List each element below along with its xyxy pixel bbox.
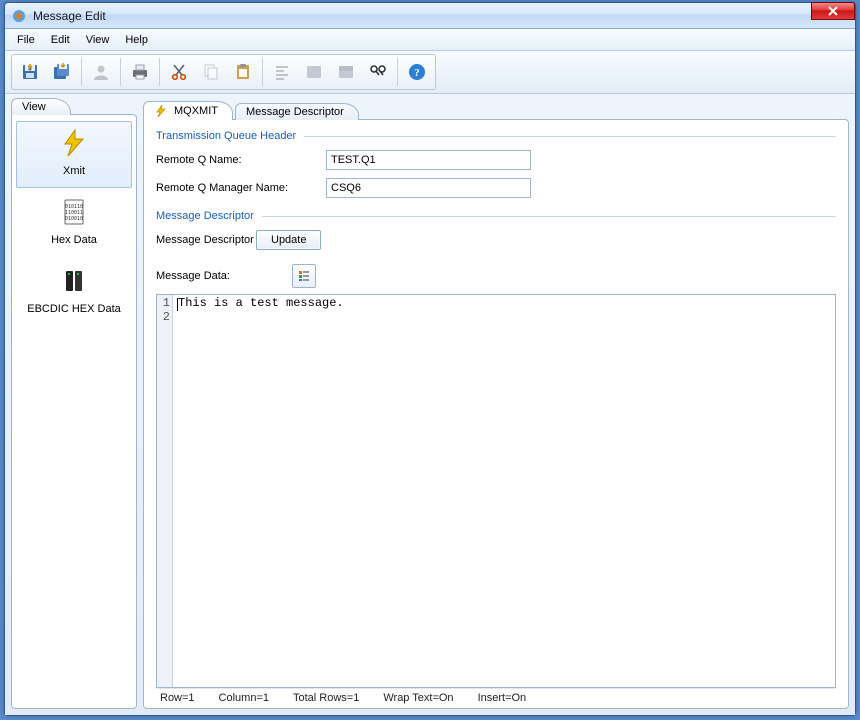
toolbar-separator bbox=[159, 58, 160, 86]
block1-button[interactable] bbox=[299, 57, 329, 87]
svg-text:?: ? bbox=[414, 67, 420, 79]
toolbar-separator bbox=[81, 58, 82, 86]
remote-q-name-label: Remote Q Name: bbox=[156, 154, 326, 166]
row-remote-qm-name: Remote Q Manager Name: bbox=[156, 178, 836, 198]
line-number: 2 bbox=[157, 310, 170, 324]
titlebar[interactable]: Message Edit bbox=[5, 3, 855, 29]
group-title: Transmission Queue Header bbox=[156, 130, 296, 142]
tab-message-descriptor[interactable]: Message Descriptor bbox=[235, 103, 359, 120]
view-tab[interactable]: View bbox=[11, 98, 71, 115]
tab-label: Message Descriptor bbox=[246, 106, 344, 118]
group-title: Message Descriptor bbox=[156, 210, 254, 222]
paste-button[interactable] bbox=[228, 57, 258, 87]
sidebar-item-label: Hex Data bbox=[19, 234, 129, 246]
menubar: File Edit View Help bbox=[5, 29, 855, 51]
copy-button[interactable] bbox=[196, 57, 226, 87]
message-data-label: Message Data: bbox=[156, 270, 230, 282]
tab-body: Transmission Queue Header Remote Q Name:… bbox=[143, 119, 849, 709]
editor-textarea[interactable]: This is a test message. bbox=[173, 295, 835, 687]
line-number: 1 bbox=[157, 296, 170, 310]
view-panel: View Xmit 010110110011010010 Hex Data EB… bbox=[11, 98, 137, 709]
row-message-data: Message Data: bbox=[156, 264, 836, 288]
help-button[interactable]: ? bbox=[402, 57, 432, 87]
sidebar-item-xmit[interactable]: Xmit bbox=[16, 121, 132, 188]
tab-mqxmit[interactable]: MQXMIT bbox=[143, 101, 233, 120]
status-wrap: Wrap Text=On bbox=[383, 692, 453, 704]
update-button[interactable]: Update bbox=[256, 230, 321, 250]
remote-qm-name-label: Remote Q Manager Name: bbox=[156, 182, 326, 194]
editor-text: This is a test message. bbox=[178, 296, 344, 310]
remote-q-name-input[interactable] bbox=[326, 150, 531, 170]
status-total-rows: Total Rows=1 bbox=[293, 692, 359, 704]
toolbar: ? bbox=[11, 54, 436, 90]
status-insert: Insert=On bbox=[478, 692, 527, 704]
list-color-icon bbox=[297, 269, 311, 283]
menu-help[interactable]: Help bbox=[117, 32, 156, 48]
sidebar-item-label: Xmit bbox=[19, 165, 129, 177]
group-transmission-header: Transmission Queue Header bbox=[156, 130, 836, 142]
user-button[interactable] bbox=[86, 57, 116, 87]
sidebar-item-ebcdic[interactable]: EBCDIC HEX Data bbox=[16, 259, 132, 326]
sidebar-item-label: EBCDIC HEX Data bbox=[19, 303, 129, 315]
group-message-descriptor: Message Descriptor bbox=[156, 210, 836, 222]
main-panel: MQXMIT Message Descriptor Transmission Q… bbox=[143, 98, 849, 709]
app-icon bbox=[11, 8, 27, 24]
tab-label: MQXMIT bbox=[174, 105, 218, 117]
editor-gutter: 1 2 bbox=[157, 295, 173, 687]
sidebar-item-hex[interactable]: 010110110011010010 Hex Data bbox=[16, 190, 132, 257]
lightning-icon bbox=[154, 104, 168, 118]
work-area: View Xmit 010110110011010010 Hex Data EB… bbox=[5, 94, 855, 715]
tabstrip: MQXMIT Message Descriptor bbox=[143, 98, 849, 120]
toolbar-container: ? bbox=[5, 51, 855, 94]
row-md: Message Descriptor Update bbox=[156, 230, 836, 250]
cut-button[interactable] bbox=[164, 57, 194, 87]
menu-edit[interactable]: Edit bbox=[43, 32, 78, 48]
toolbar-separator bbox=[120, 58, 121, 86]
view-list: Xmit 010110110011010010 Hex Data EBCDIC … bbox=[11, 114, 137, 709]
window: Message Edit File Edit View Help bbox=[4, 2, 856, 716]
status-bar: Row=1 Column=1 Total Rows=1 Wrap Text=On… bbox=[156, 688, 836, 706]
status-column: Column=1 bbox=[219, 692, 269, 704]
window-title: Message Edit bbox=[33, 9, 106, 23]
close-button[interactable] bbox=[811, 2, 855, 20]
menu-file[interactable]: File bbox=[9, 32, 43, 48]
save-button[interactable] bbox=[15, 57, 45, 87]
block2-button[interactable] bbox=[331, 57, 361, 87]
toolbar-separator bbox=[262, 58, 263, 86]
group-rule bbox=[304, 136, 836, 137]
align-button[interactable] bbox=[267, 57, 297, 87]
window-buttons bbox=[811, 2, 855, 20]
lightning-icon bbox=[57, 128, 91, 158]
print-button[interactable] bbox=[125, 57, 155, 87]
message-data-options-button[interactable] bbox=[292, 264, 316, 288]
svg-text:010010: 010010 bbox=[65, 216, 83, 222]
menu-view[interactable]: View bbox=[78, 32, 118, 48]
group-rule bbox=[262, 216, 836, 217]
find-button[interactable] bbox=[363, 57, 393, 87]
remote-qm-name-input[interactable] bbox=[326, 178, 531, 198]
toolbar-separator bbox=[397, 58, 398, 86]
row-remote-q-name: Remote Q Name: bbox=[156, 150, 836, 170]
save-all-button[interactable] bbox=[47, 57, 77, 87]
binary-doc-icon: 010110110011010010 bbox=[57, 197, 91, 227]
server-icon bbox=[57, 266, 91, 296]
message-editor: 1 2 This is a test message. bbox=[156, 294, 836, 688]
status-row: Row=1 bbox=[160, 692, 195, 704]
md-label: Message Descriptor bbox=[156, 234, 256, 246]
